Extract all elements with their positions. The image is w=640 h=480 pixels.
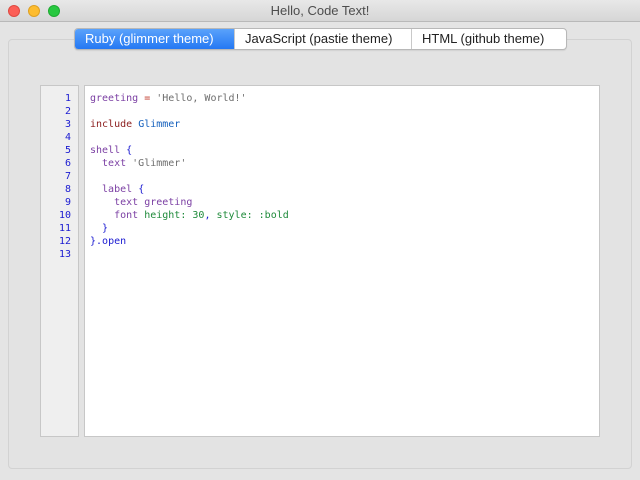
code-token: greeting: [144, 197, 193, 208]
code-token: {: [138, 184, 145, 195]
line-number: 11: [58, 223, 71, 234]
code-line: shell {: [90, 144, 599, 157]
code-token: {: [126, 145, 133, 156]
line-number: 7: [64, 171, 71, 182]
line-number: 12: [58, 236, 71, 247]
line-number: 8: [64, 184, 71, 195]
line-number: 9: [64, 197, 71, 208]
tab-bar: Ruby (glimmer theme) JavaScript (pastie …: [74, 28, 567, 50]
code-token: }: [90, 223, 109, 234]
code-line: }.open: [90, 235, 599, 248]
code-token: label: [90, 184, 133, 195]
code-line: text greeting: [90, 196, 599, 209]
code-token: .open: [96, 236, 127, 247]
code-line: font height: 30, style: :bold: [90, 209, 599, 222]
tab-javascript[interactable]: JavaScript (pastie theme): [234, 29, 411, 49]
code-line: }: [90, 222, 599, 235]
code-token: :bold: [258, 210, 289, 221]
code-token: 30: [192, 210, 205, 221]
code-token: text: [90, 197, 139, 208]
code-token: 'Hello, World!': [156, 93, 247, 104]
code-editor[interactable]: greeting = 'Hello, World!' include Glimme…: [84, 85, 600, 437]
code-line: label {: [90, 183, 599, 196]
code-token: include: [90, 119, 133, 130]
code-token: Glimmer: [138, 119, 181, 130]
line-number: 3: [64, 119, 71, 130]
code-line: text 'Glimmer': [90, 157, 599, 170]
tab-ruby[interactable]: Ruby (glimmer theme): [75, 29, 234, 49]
code-token: height:: [144, 210, 187, 221]
line-number: 13: [58, 249, 71, 260]
tab-html[interactable]: HTML (github theme): [411, 29, 566, 49]
code-token: text: [90, 158, 127, 169]
code-token: style:: [216, 210, 253, 221]
line-number: 5: [64, 145, 71, 156]
title-bar[interactable]: Hello, Code Text!: [0, 0, 640, 22]
window-title: Hello, Code Text!: [270, 3, 370, 18]
code-token: font: [90, 210, 139, 221]
line-number: 6: [64, 158, 71, 169]
app-window: Hello, Code Text! Ruby (glimmer theme) J…: [0, 0, 640, 480]
code-line: include Glimmer: [90, 118, 599, 131]
code-token: shell: [90, 145, 121, 156]
line-number: 4: [64, 132, 71, 143]
code-token: 'Glimmer': [132, 158, 187, 169]
line-number: 1: [64, 93, 71, 104]
line-number: 10: [58, 210, 71, 221]
line-number: 2: [64, 106, 71, 117]
code-token: greeting: [90, 93, 139, 104]
line-number-gutter: 1 2 3 4 5 6 7 8 9 10 11 12 13: [40, 85, 79, 437]
code-line: greeting = 'Hello, World!': [90, 92, 599, 105]
